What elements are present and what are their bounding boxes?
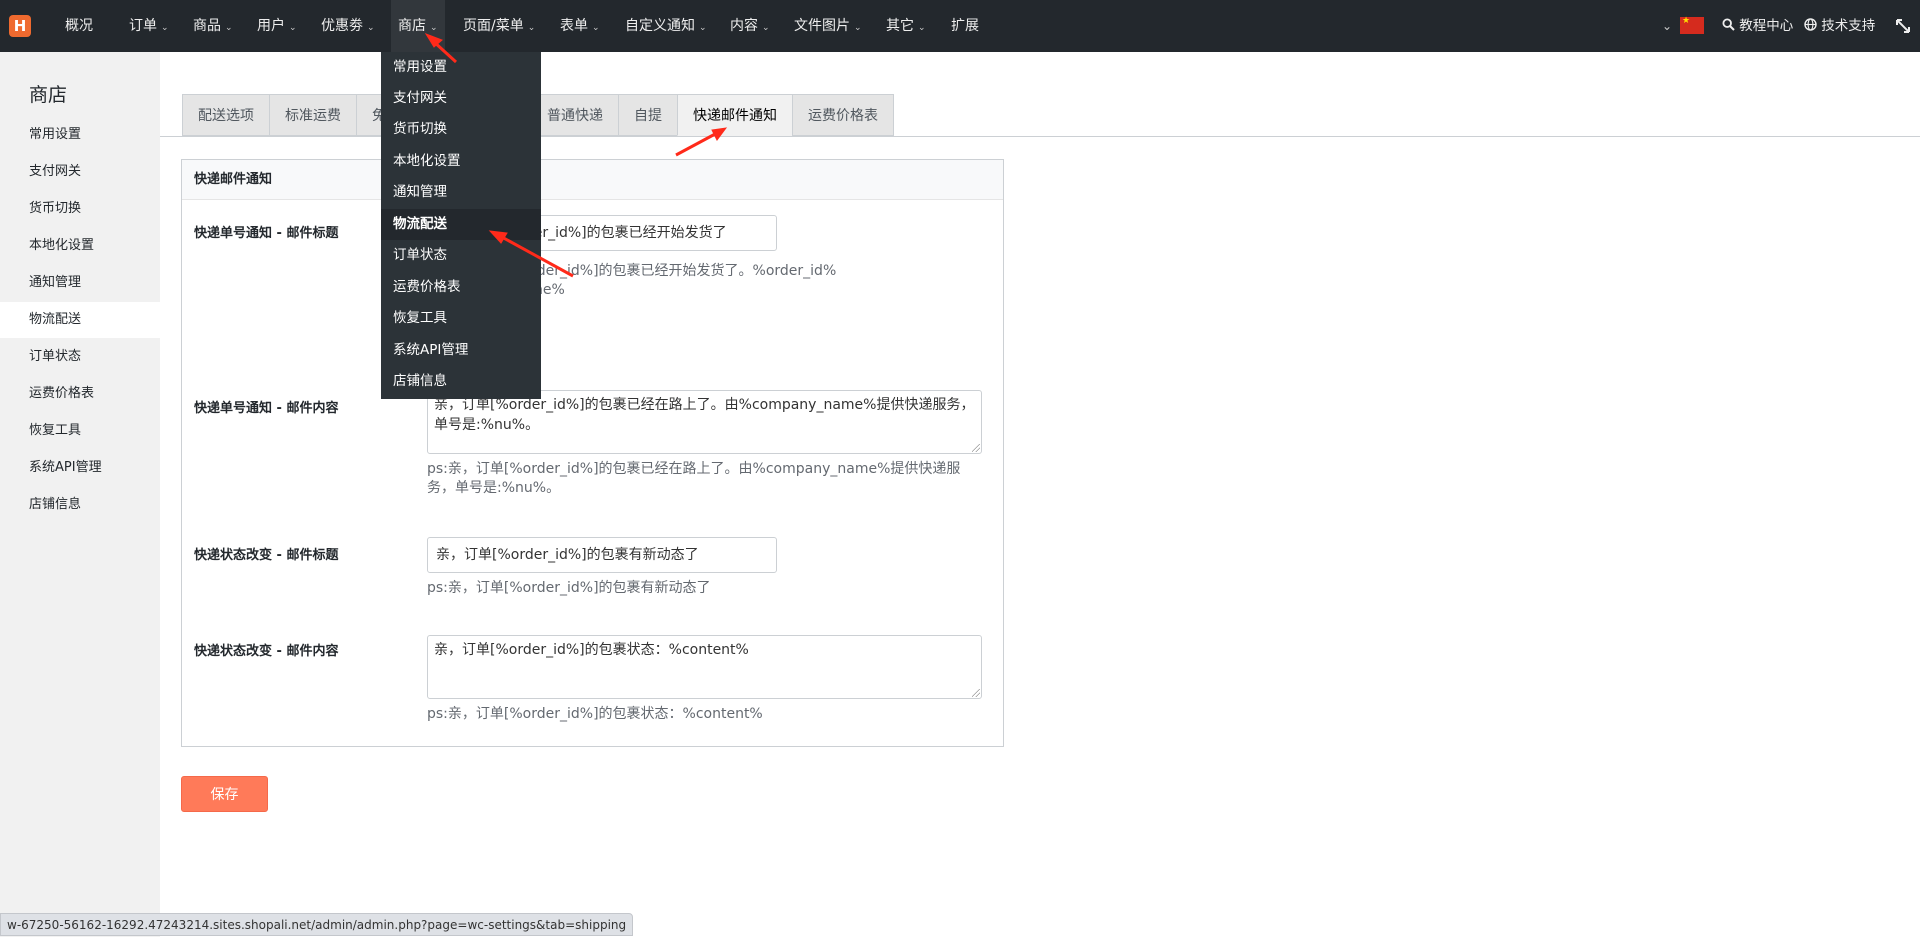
chevron-down-icon: ⌄ [592,23,600,33]
sidebar-item-currency-switch[interactable]: 货币切换 [0,191,160,227]
dropdown-item-notifications[interactable]: 通知管理 [381,177,541,208]
sidebar-item-general-settings[interactable]: 常用设置 [0,117,160,153]
chevron-down-icon: ⌄ [1662,19,1673,33]
chevron-down-icon: ⌄ [699,23,707,33]
nav-users[interactable]: 用户 ⌄ [250,0,304,52]
store-dropdown-menu: 常用设置 支付网关 货币切换 本地化设置 通知管理 物流配送 订单状态 运费价格… [381,52,541,399]
sidebar-item-recovery-tools[interactable]: 恢复工具 [0,413,160,449]
nav-overview[interactable]: 概况 [58,0,100,52]
field-label-status-body: 快递状态改变 - 邮件内容 [194,644,339,659]
tab-express-email-notice[interactable]: 快递邮件通知 [677,94,793,136]
tech-support-link[interactable]: 技术支持 [1804,0,1875,52]
chevron-down-icon: ⌄ [918,23,926,33]
tracking-body-textarea[interactable]: 亲，订单[%order_id%]的包裹已经在路上了。由%company_name… [427,390,982,454]
china-flag-icon[interactable] [1680,16,1704,34]
status-body-hint: ps:亲，订单[%order_id%]的包裹状态：%content% [427,706,763,722]
nav-custom-notifications[interactable]: 自定义通知 ⌄ [618,0,714,52]
dropdown-item-currency-switch[interactable]: 货币切换 [381,114,541,145]
tab-pickup[interactable]: 自提 [618,94,678,136]
sidebar-item-order-status[interactable]: 订单状态 [0,339,160,375]
expand-arrows-icon[interactable] [1895,18,1911,34]
sidebar-item-payment-gateway[interactable]: 支付网关 [0,154,160,190]
tab-normal-express[interactable]: 普通快递 [531,94,619,136]
save-button[interactable]: 保存 [181,776,268,812]
sidebar-item-localization[interactable]: 本地化设置 [0,228,160,264]
dropdown-item-store-info[interactable]: 店铺信息 [381,366,541,397]
tab-standard-rate[interactable]: 标准运费 [269,94,357,136]
browser-status-url: w-67250-56162-16292.47243214.sites.shopa… [0,913,634,936]
sidebar-item-shipping-rates[interactable]: 运费价格表 [0,376,160,412]
status-subject-input[interactable]: 亲，订单[%order_id%]的包裹有新动态了 [427,537,777,573]
top-admin-bar: H 概况 订单 ⌄ 商品 ⌄ 用户 ⌄ 优惠劵 ⌄ 商店 ⌄ 页面/菜单 ⌄ 表单 ⌄ 自定义… [0,0,1920,52]
sidebar-title: 商店 [29,84,68,106]
sidebar-item-notifications[interactable]: 通知管理 [0,265,160,301]
status-subject-hint: ps:亲，订单[%order_id%]的包裹有新动态了 [427,580,711,596]
chevron-down-icon: ⌄ [430,23,438,33]
nav-extensions[interactable]: 扩展 [944,0,986,52]
globe-icon [1804,18,1817,31]
panel-title: 快递邮件通知 [182,160,1003,200]
chevron-down-icon: ⌄ [854,23,862,33]
nav-coupons[interactable]: 优惠劵 ⌄ [314,0,382,52]
dropdown-item-recovery-tools[interactable]: 恢复工具 [381,303,541,334]
left-sidebar: 商店 常用设置 支付网关 货币切换 本地化设置 通知管理 物流配送 订单状态 运… [0,52,160,937]
field-label-status-subject: 快递状态改变 - 邮件标题 [194,548,339,563]
tutorial-center-link[interactable]: 教程中心 [1722,0,1793,52]
dropdown-item-general-settings[interactable]: 常用设置 [381,52,541,83]
dropdown-item-payment-gateway[interactable]: 支付网关 [381,83,541,114]
field-label-tracking-body: 快递单号通知 - 邮件内容 [194,401,339,416]
nav-store[interactable]: 商店 ⌄ [391,0,445,52]
express-email-panel: 快递邮件通知 快递单号通知 - 邮件标题 亲，订单[%order_id%]的包裹… [181,159,1004,747]
chevron-down-icon: ⌄ [225,23,233,33]
nav-forms[interactable]: 表单 ⌄ [553,0,607,52]
tab-freight-price-table[interactable]: 运费价格表 [792,94,894,136]
chevron-down-icon: ⌄ [762,23,770,33]
field-label-tracking-subject: 快递单号通知 - 邮件标题 [194,226,339,241]
tab-shipping-options[interactable]: 配送选项 [182,94,270,136]
nav-pages-menus[interactable]: 页面/菜单 ⌄ [456,0,542,52]
dropdown-item-shipping-rates[interactable]: 运费价格表 [381,272,541,303]
nav-products[interactable]: 商品 ⌄ [186,0,240,52]
search-icon [1722,18,1735,31]
chevron-down-icon: ⌄ [161,23,169,33]
sidebar-item-api-management[interactable]: 系统API管理 [0,450,160,486]
dropdown-item-shipping[interactable]: 物流配送 [381,209,541,240]
chevron-down-icon: ⌄ [289,23,297,33]
chevron-down-icon: ⌄ [527,23,536,33]
language-switcher[interactable]: ⌄ [1662,0,1672,52]
status-body-textarea[interactable]: 亲，订单[%order_id%]的包裹状态：%content% [427,635,982,699]
dropdown-item-api-management[interactable]: 系统API管理 [381,335,541,366]
chevron-down-icon: ⌄ [367,23,375,33]
dropdown-item-order-status[interactable]: 订单状态 [381,240,541,271]
nav-files-images[interactable]: 文件图片 ⌄ [787,0,869,52]
nav-content[interactable]: 内容 ⌄ [723,0,777,52]
site-logo-icon[interactable]: H [9,15,31,37]
sidebar-item-store-info[interactable]: 店铺信息 [0,487,160,523]
dropdown-item-localization[interactable]: 本地化设置 [381,146,541,177]
tracking-body-hint: ps:亲，订单[%order_id%]的包裹已经在路上了。由%company_n… [427,461,961,496]
nav-orders[interactable]: 订单 ⌄ [122,0,176,52]
sidebar-item-shipping[interactable]: 物流配送 [0,302,160,338]
nav-others[interactable]: 其它 ⌄ [879,0,933,52]
